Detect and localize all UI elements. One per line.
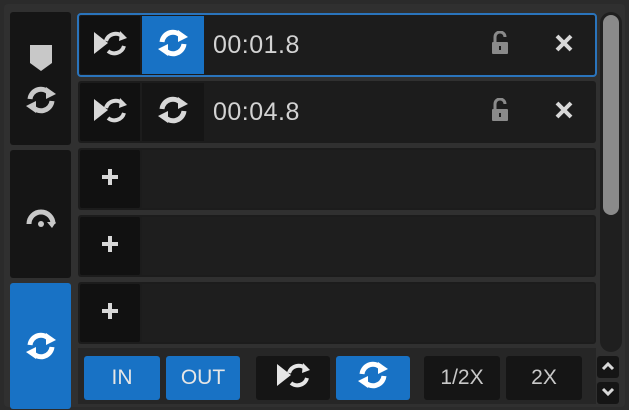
delete-loop-button[interactable] [544,16,584,74]
loop-out-button[interactable]: OUT [166,356,240,400]
add-loop-button[interactable] [80,217,140,275]
cue-shield-icon [28,43,54,73]
loop-on-button[interactable] [336,356,410,400]
chevron-up-icon [601,358,615,376]
slot-empty-area [142,217,594,275]
plus-icon [101,235,119,258]
play-loop-button[interactable] [80,83,140,141]
page-down-button[interactable] [597,382,619,404]
loop-time: 00:04.8 [213,97,300,126]
plus-icon [101,302,119,325]
loop-toggle-button[interactable] [142,83,204,141]
loop-arrows-icon [156,95,190,130]
reloop-button[interactable] [256,356,330,400]
close-icon [554,100,574,125]
add-loop-button[interactable] [80,284,140,342]
loop-arrows-icon [156,28,190,63]
delete-loop-button[interactable] [544,83,584,141]
page-up-button[interactable] [597,356,619,378]
loop-in-button[interactable]: IN [84,356,160,400]
slot-empty-area [142,284,594,342]
loop-arrows-icon [24,85,58,115]
plus-icon [101,168,119,191]
scrollbar[interactable] [600,12,622,352]
mode-loop-button[interactable] [10,283,71,409]
play-loop-icon [92,95,128,130]
close-icon [554,33,574,58]
lock-button[interactable] [480,83,520,141]
loop-double-button[interactable]: 2X [506,356,582,400]
scrollbar-thumb[interactable] [603,15,619,215]
chevron-down-icon [601,384,615,402]
add-loop-button[interactable] [80,150,140,208]
empty-loop-slot [78,148,596,210]
loop-row[interactable]: 00:01.8 [77,13,597,77]
mode-roll-button[interactable] [10,150,71,278]
empty-loop-slot [78,282,596,344]
loop-arrows-icon [24,331,58,361]
slot-empty-area [142,150,594,208]
mode-hotcue-button[interactable] [10,12,71,145]
loop-arrows-icon [356,360,390,396]
empty-loop-slot [78,215,596,277]
unlock-icon [490,30,510,60]
loop-half-button[interactable]: 1/2X [424,356,500,400]
play-loop-icon [275,360,311,396]
page-up-down [593,356,623,406]
unlock-icon [490,97,510,127]
lock-button[interactable] [480,16,520,74]
loop-toggle-button[interactable] [142,16,204,74]
roll-arc-icon [25,200,57,228]
loop-row[interactable]: 00:04.8 [78,81,596,143]
play-loop-icon [92,28,128,63]
play-loop-button[interactable] [80,16,140,74]
loop-time: 00:01.8 [213,30,300,59]
loop-controls-bar: IN OUT 1/2X 2X [78,348,596,404]
